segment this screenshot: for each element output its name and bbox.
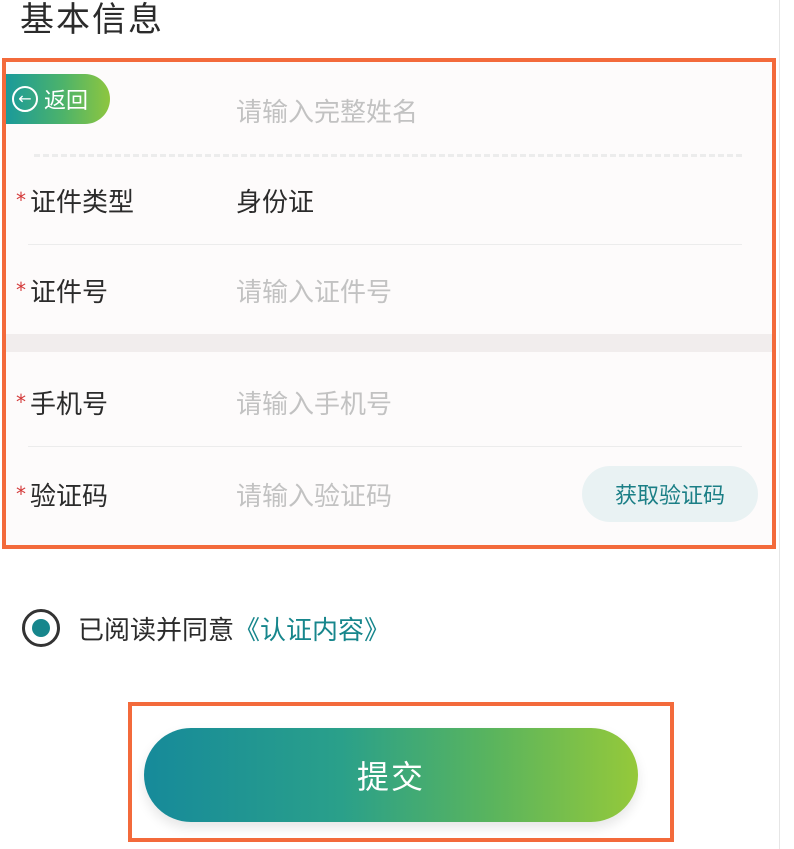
- back-button[interactable]: ← 返回: [6, 74, 110, 124]
- id-number-label: * 证件号: [16, 278, 109, 308]
- verify-code-label: * 验证码: [16, 482, 109, 512]
- agreement-text: 已阅读并同意: [78, 615, 235, 646]
- page-title: 基本信息: [20, 0, 164, 40]
- submit-button[interactable]: 提交: [144, 728, 638, 822]
- divider: [28, 446, 742, 447]
- back-label: 返回: [44, 89, 89, 114]
- scroll-edge: [779, 0, 794, 849]
- phone-label: * 手机号: [16, 390, 109, 420]
- id-type-select[interactable]: 身份证: [236, 182, 314, 219]
- back-arrow-icon: ←: [12, 86, 38, 112]
- radio-checked-dot: [32, 619, 50, 637]
- agreement-row: 已阅读并同意 《认证内容》: [22, 606, 390, 650]
- name-input[interactable]: 请输入完整姓名: [236, 92, 418, 129]
- get-code-button[interactable]: 获取验证码: [582, 466, 758, 522]
- agreement-radio[interactable]: [22, 609, 60, 647]
- agreement-link[interactable]: 《认证内容》: [234, 610, 390, 647]
- phone-input[interactable]: 请输入手机号: [236, 384, 392, 421]
- divider: [28, 244, 742, 245]
- id-number-input[interactable]: 请输入证件号: [236, 272, 392, 309]
- divider: [34, 154, 742, 157]
- section-gap: [6, 334, 772, 352]
- form-section: ← 返回 请输入完整姓名 * 证件类型 身份证 * 证件号 请输入证件号 * 手机号 …: [2, 58, 776, 549]
- verify-code-input[interactable]: 请输入验证码: [236, 476, 392, 513]
- id-type-label: * 证件类型: [16, 188, 135, 218]
